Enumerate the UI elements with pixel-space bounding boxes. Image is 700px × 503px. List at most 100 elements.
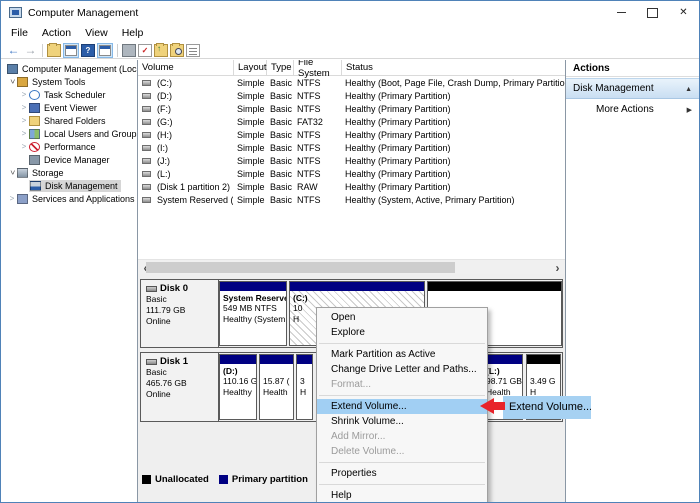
console-tree: Computer Management (Local System Tools … — [1, 60, 138, 502]
table-row[interactable]: (L:) Simple Basic NTFS Healthy (Primary … — [138, 167, 565, 180]
column-status[interactable]: Status — [342, 60, 565, 75]
services-icon — [17, 193, 28, 204]
console-window-icon — [99, 44, 111, 56]
toolbar-separator — [117, 43, 118, 57]
menu-item-help[interactable]: Help — [317, 488, 487, 502]
tree-item-system-tools[interactable]: System Tools — [1, 75, 137, 88]
chevron-down-icon[interactable] — [7, 77, 17, 86]
legend-unallocated-label: Unallocated — [155, 473, 209, 485]
forward-icon[interactable] — [22, 43, 39, 58]
volume-list-header: Volume Layout Type File System Status — [138, 60, 565, 79]
chevron-right-icon[interactable] — [19, 142, 29, 151]
chevron-down-icon[interactable] — [7, 168, 17, 177]
chevron-right-icon[interactable] — [19, 103, 29, 112]
primary-partition-bar — [220, 355, 256, 364]
chevron-right-icon[interactable] — [19, 116, 29, 125]
chevron-right-icon[interactable] — [19, 90, 29, 99]
device-manager-icon — [29, 154, 40, 165]
tree-item-services-and-applications[interactable]: Services and Applications — [1, 192, 137, 205]
primary-partition-bar — [260, 355, 293, 364]
menu-item-mark-partition-active[interactable]: Mark Partition as Active — [317, 347, 487, 362]
scroll-right-icon[interactable] — [550, 260, 565, 275]
menu-item-explore[interactable]: Explore — [317, 325, 487, 340]
table-row[interactable]: System Reserved (K:) Simple Basic NTFS H… — [138, 193, 565, 206]
system-tools-icon — [17, 76, 28, 87]
menu-item-format[interactable]: Format... — [317, 377, 487, 392]
menu-item-add-mirror[interactable]: Add Mirror... — [317, 429, 487, 444]
red-arrow-tail — [493, 402, 505, 410]
menu-separator — [319, 343, 485, 344]
tree-item-shared-folders[interactable]: Shared Folders — [1, 114, 137, 127]
collapse-icon[interactable] — [685, 83, 692, 94]
menu-item-properties[interactable]: Properties — [317, 466, 487, 481]
volume-icon — [142, 131, 151, 138]
export-list-icon[interactable] — [47, 42, 61, 57]
help-icon[interactable] — [81, 43, 95, 57]
tree-item-computer-management[interactable]: Computer Management (Local — [1, 62, 137, 75]
disk-size: 465.76 GB — [146, 378, 187, 388]
chevron-right-icon[interactable] — [7, 194, 17, 203]
table-row[interactable]: (C:) Simple Basic NTFS Healthy (Boot, Pa… — [138, 76, 565, 89]
menu-item-open[interactable]: Open — [317, 310, 487, 325]
menu-item-change-drive-letter[interactable]: Change Drive Letter and Paths... — [317, 362, 487, 377]
tree-item-disk-management[interactable]: Disk Management — [1, 179, 137, 192]
disk-type: Basic — [146, 294, 167, 304]
properties-icon[interactable] — [186, 43, 200, 57]
column-file-system[interactable]: File System — [294, 60, 342, 79]
table-row[interactable]: (F:) Simple Basic NTFS Healthy (Primary … — [138, 102, 565, 115]
menu-view[interactable]: View — [78, 25, 115, 41]
disk-status: Online — [146, 389, 171, 399]
menu-action[interactable]: Action — [35, 25, 78, 41]
menu-item-extend-volume[interactable]: Extend Volume... — [317, 399, 487, 414]
table-row[interactable]: (I:) Simple Basic NTFS Healthy (Primary … — [138, 141, 565, 154]
action-pane-toggle[interactable] — [97, 42, 113, 58]
popup-icon[interactable] — [122, 43, 136, 57]
maximize-button[interactable] — [637, 1, 668, 24]
tree-item-task-scheduler[interactable]: Task Scheduler — [1, 88, 137, 101]
disk-management-icon — [30, 180, 41, 191]
tree-item-event-viewer[interactable]: Event Viewer — [1, 101, 137, 114]
table-row[interactable]: (H:) Simple Basic NTFS Healthy (Primary … — [138, 128, 565, 141]
check-document-icon[interactable] — [138, 43, 152, 57]
table-row[interactable]: (D:) Simple Basic NTFS Healthy (Primary … — [138, 89, 565, 102]
partition-2[interactable]: 15.87 ( Health — [259, 354, 294, 420]
tree-item-storage[interactable]: Storage — [1, 166, 137, 179]
unallocated-bar — [527, 355, 560, 364]
minimize-button[interactable] — [606, 1, 637, 24]
back-icon[interactable] — [5, 43, 22, 58]
context-menu: Open Explore Mark Partition as Active Ch… — [316, 307, 488, 502]
table-row[interactable]: (J:) Simple Basic NTFS Healthy (Primary … — [138, 154, 565, 167]
folder-up-icon[interactable] — [154, 42, 168, 57]
column-layout[interactable]: Layout — [234, 60, 267, 75]
partition-3[interactable]: 3 H — [296, 354, 313, 420]
chevron-right-icon[interactable] — [19, 129, 29, 138]
menu-help[interactable]: Help — [115, 25, 151, 41]
primary-partition-bar — [290, 282, 424, 291]
red-arrow-icon — [480, 398, 494, 414]
close-button[interactable] — [668, 1, 699, 24]
disk-size: 111.79 GB — [146, 305, 186, 315]
partition-system-reserved[interactable]: System Reserve 549 MB NTFS Healthy (Syst… — [219, 281, 287, 346]
more-actions[interactable]: More Actions — [566, 99, 699, 119]
column-type[interactable]: Type — [267, 60, 294, 75]
scrollbar-thumb[interactable] — [146, 262, 455, 273]
title-bar: Computer Management — [1, 1, 699, 24]
menu-item-shrink-volume[interactable]: Shrink Volume... — [317, 414, 487, 429]
tree-item-device-manager[interactable]: Device Manager — [1, 153, 137, 166]
disk-1-label[interactable]: Disk 1 Basic 465.76 GB Online — [141, 353, 219, 421]
table-row[interactable]: (Disk 1 partition 2) Simple Basic RAW He… — [138, 180, 565, 193]
column-volume[interactable]: Volume — [138, 60, 234, 75]
horizontal-scrollbar[interactable] — [138, 259, 565, 274]
partition-d[interactable]: (D:) 110.16 G Healthy — [219, 354, 257, 420]
actions-disk-management-group[interactable]: Disk Management — [566, 78, 699, 99]
disk-0-label[interactable]: Disk 0 Basic 111.79 GB Online — [141, 280, 219, 347]
folder-search-icon[interactable] — [170, 42, 184, 57]
disk-icon — [146, 358, 157, 365]
tree-item-local-users-and-groups[interactable]: Local Users and Groups — [1, 127, 137, 140]
actions-pane: Actions Disk Management More Actions — [566, 60, 699, 502]
menu-item-delete-volume[interactable]: Delete Volume... — [317, 444, 487, 459]
table-row[interactable]: (G:) Simple Basic FAT32 Healthy (Primary… — [138, 115, 565, 128]
console-tree-toggle[interactable] — [63, 42, 79, 58]
menu-file[interactable]: File — [4, 25, 35, 41]
tree-item-performance[interactable]: Performance — [1, 140, 137, 153]
